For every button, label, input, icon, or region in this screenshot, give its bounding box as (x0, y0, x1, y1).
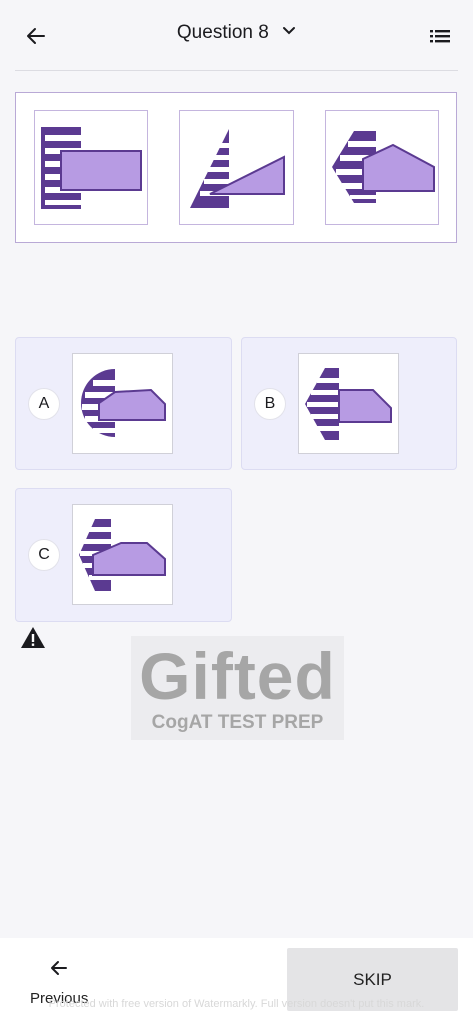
option-c-figure (72, 504, 173, 605)
skip-label: SKIP (353, 969, 392, 989)
chevron-down-icon (282, 22, 296, 44)
watermark-text: Protected with free version of Watermark… (48, 998, 425, 1010)
header-divider (15, 70, 458, 71)
stem-figure-3 (325, 110, 439, 225)
option-b-letter: B (254, 388, 286, 420)
option-a-figure (72, 353, 173, 454)
page-title: Question 8 (176, 22, 269, 44)
warning-icon (21, 627, 45, 648)
stem-figure-2 (179, 110, 294, 225)
logo-title: Gifted (139, 639, 336, 713)
question-list-button[interactable] (428, 25, 452, 47)
option-b-figure (298, 353, 399, 454)
option-a-letter: A (28, 388, 60, 420)
stem-figure-1 (34, 110, 148, 225)
report-issue-button[interactable] (20, 626, 46, 649)
logo-subtitle: CogAT TEST PREP (151, 712, 324, 733)
list-icon (430, 30, 450, 43)
option-c-letter: C (28, 539, 60, 571)
question-selector[interactable]: Question 8 (0, 22, 473, 44)
arrow-left-icon (49, 958, 69, 978)
